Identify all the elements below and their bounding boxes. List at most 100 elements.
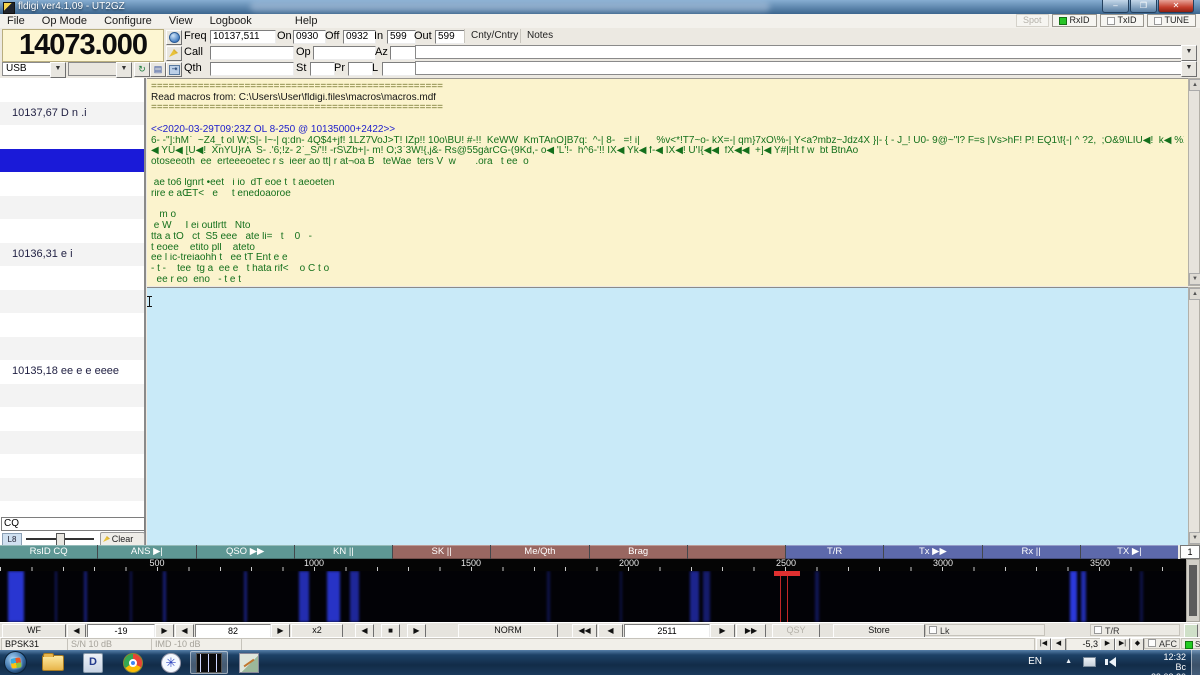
menu-op-mode[interactable]: Op Mode (35, 14, 94, 28)
notes-tab[interactable]: Notes (520, 29, 553, 43)
browser-row[interactable] (0, 478, 144, 502)
macro-button-qso[interactable]: QSO ▶▶ (197, 545, 294, 559)
tx-scrollbar[interactable]: ▲ ▼ (1188, 287, 1200, 545)
carrier-frequency-value[interactable]: 2511 (624, 624, 710, 638)
l-input[interactable] (382, 62, 417, 76)
mode-combo[interactable]: USB ▼ (2, 62, 66, 76)
browser-row[interactable] (0, 78, 144, 102)
rx-text-pane[interactable]: ========================================… (147, 78, 1188, 286)
zoom-x2-button[interactable]: x2 (291, 624, 343, 638)
macro-button-kn[interactable]: KN || (295, 545, 392, 559)
qth-input[interactable] (210, 62, 294, 76)
macro-set-button[interactable]: 1 (1180, 545, 1200, 559)
signal-level-value[interactable]: -19 (87, 624, 155, 638)
sql-indicator[interactable]: SQL (1181, 638, 1200, 649)
op-input[interactable] (313, 46, 376, 60)
macro-button-tx[interactable]: TX ▶| (1081, 545, 1178, 559)
taskbar-explorer-button[interactable] (34, 651, 72, 674)
taskbar-compass-button[interactable]: ✳ (152, 651, 190, 674)
network-icon[interactable] (1083, 657, 1096, 667)
waterfall-scrollbar[interactable] (1186, 559, 1200, 622)
tray-clock[interactable]: 12:32 Вс 29.03.20 (1151, 652, 1186, 675)
save-qso-button[interactable]: ⇥ (166, 62, 182, 77)
browser-row[interactable]: 10136,31 e i (0, 243, 144, 267)
cnty-cntry-tab[interactable]: Cnty/Cntry (464, 29, 518, 43)
browser-row[interactable] (0, 313, 144, 337)
titlebar[interactable]: fldigi ver4.1.09 - UT2GZ – ❐ ✕ (0, 0, 1200, 14)
scroll-down-icon[interactable]: ▼ (1189, 273, 1200, 285)
call-input[interactable] (210, 46, 294, 60)
chevron-down-icon[interactable]: ▼ (1181, 45, 1197, 61)
scroll-down-icon[interactable]: ▼ (1189, 532, 1200, 544)
taskbar-designer-button[interactable] (230, 651, 268, 674)
locator-combo-value[interactable] (415, 61, 1182, 75)
qsy-button[interactable]: QSY (772, 624, 820, 638)
taskbar-fldigi-button[interactable] (190, 651, 228, 674)
macro-button-rx[interactable]: Rx || (983, 545, 1080, 559)
scroll-up-icon[interactable]: ▲ (1189, 288, 1200, 300)
macro-button-brag[interactable]: Brag (590, 545, 687, 559)
side-panel-button[interactable] (1184, 624, 1198, 638)
locator-combo[interactable]: ▼ (415, 61, 1197, 75)
macro-button-blank[interactable] (688, 545, 785, 559)
menu-configure[interactable]: Configure (97, 14, 159, 28)
browser-row[interactable] (0, 172, 144, 196)
maximize-button[interactable]: ❐ (1130, 0, 1157, 13)
browser-row[interactable]: 10137,67 D n .i (0, 102, 144, 126)
spot-button[interactable]: Spot (1016, 14, 1049, 27)
lock-checkbox[interactable]: Lk (925, 624, 1045, 636)
macro-button-rsid-cq[interactable]: RsID CQ (0, 545, 97, 559)
browser-row[interactable] (0, 454, 144, 478)
macro-button-tx[interactable]: Tx ▶▶ (884, 545, 981, 559)
minimize-button[interactable]: – (1102, 0, 1129, 13)
raise-signal-button[interactable]: ▶ (155, 624, 174, 638)
frequency-display[interactable]: 14073.000 (2, 29, 164, 62)
raise-range-button[interactable]: ▶ (271, 624, 290, 638)
tx-text-pane[interactable] (147, 287, 1188, 545)
browser-row[interactable] (0, 337, 144, 361)
carrier-down-button[interactable]: ◀ (598, 624, 623, 638)
browser-row[interactable] (0, 407, 144, 431)
pr-input[interactable] (348, 62, 373, 76)
browser-row[interactable] (0, 431, 144, 455)
chevron-down-icon[interactable]: ▼ (1181, 61, 1197, 77)
scroll-right-button[interactable]: ▶ (407, 624, 426, 638)
browser-row[interactable] (0, 196, 144, 220)
start-button[interactable] (4, 651, 27, 674)
show-desktop-button[interactable] (1191, 650, 1200, 675)
lower-signal-button[interactable]: ◀ (67, 624, 86, 638)
carrier-forward-button[interactable]: ▶▶ (736, 624, 766, 638)
seek-input[interactable]: CQ (1, 517, 145, 531)
menu-logbook[interactable]: Logbook (203, 14, 259, 28)
secondary-combo[interactable]: ▼ (68, 62, 132, 76)
scroll-up-icon[interactable]: ▲ (1189, 79, 1200, 91)
menu-view[interactable]: View (162, 14, 200, 28)
speaker-icon[interactable] (1109, 657, 1116, 667)
clear-log-button[interactable] (166, 46, 182, 61)
browser-row[interactable] (0, 125, 144, 149)
browser-row[interactable]: 10135,18 ee e e eeee (0, 360, 144, 384)
macro-button-ans[interactable]: ANS ▶| (98, 545, 195, 559)
freq-input[interactable]: 10137,511 (210, 30, 276, 44)
carrier-rewind-button[interactable]: ◀◀ (572, 624, 597, 638)
range-value[interactable]: 82 (195, 624, 271, 638)
browser-row[interactable] (0, 266, 144, 290)
tune-button[interactable]: TUNE (1147, 14, 1197, 27)
language-indicator[interactable]: EN (1028, 656, 1042, 667)
store-button[interactable]: Store (833, 624, 925, 638)
menu-file[interactable]: File (0, 14, 32, 28)
country-combo[interactable]: ▼ (415, 45, 1197, 59)
chevron-down-icon[interactable]: ▼ (50, 62, 66, 78)
tr-checkbox[interactable]: T/R (1090, 624, 1180, 636)
in-input[interactable]: 599 (387, 30, 416, 44)
macro-button-me-qth[interactable]: Me/Qth (491, 545, 588, 559)
chevron-down-icon[interactable]: ▼ (116, 62, 132, 78)
waterfall-scroll-thumb[interactable] (1189, 565, 1197, 616)
rxid-button[interactable]: RxID (1052, 14, 1097, 27)
qrz-globe-button[interactable] (166, 30, 182, 45)
close-button[interactable]: ✕ (1158, 0, 1194, 13)
out-input[interactable]: 599 (435, 30, 465, 44)
browser-row[interactable] (0, 149, 144, 173)
az-input[interactable] (390, 46, 417, 60)
wf-mode-button[interactable]: WF (2, 624, 66, 638)
